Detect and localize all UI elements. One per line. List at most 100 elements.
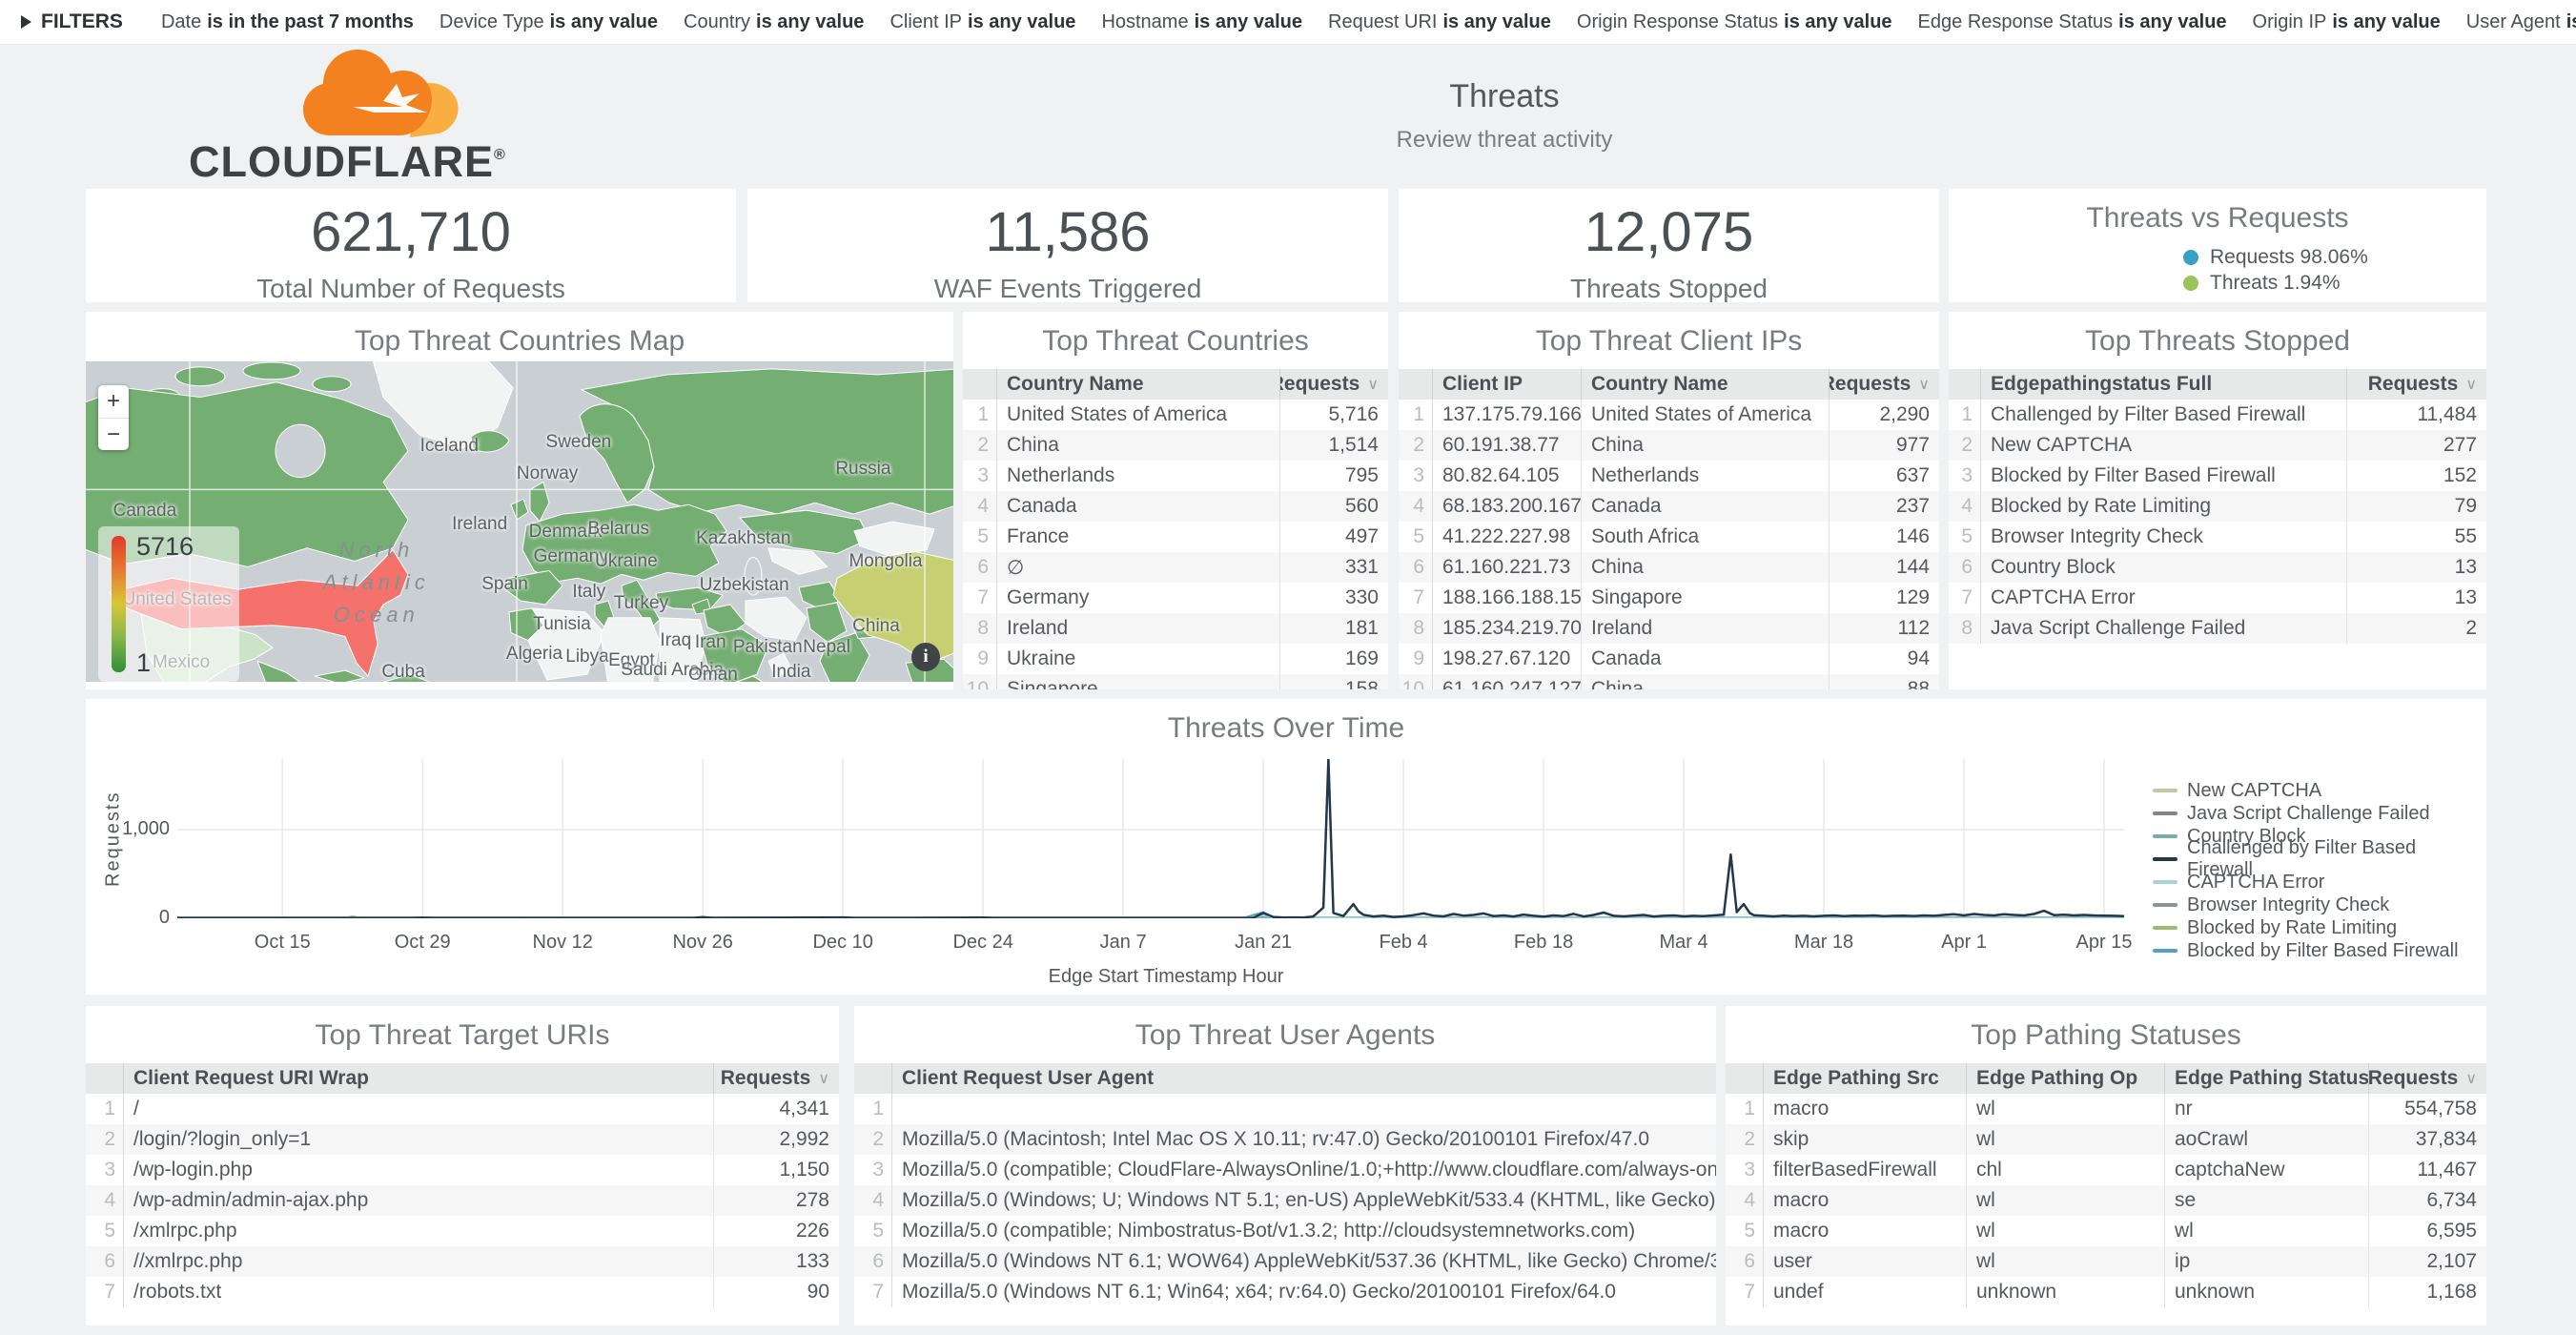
column-header[interactable]: Country Name bbox=[997, 369, 1279, 400]
row-number: 9 bbox=[963, 644, 997, 674]
requests-cell: 497 bbox=[1279, 522, 1388, 552]
map-zoom-in-button[interactable]: + bbox=[98, 385, 129, 418]
requests-cell: 4,341 bbox=[713, 1094, 839, 1124]
requests-cell: 2,992 bbox=[713, 1124, 839, 1155]
map-country-label: Turkey bbox=[614, 593, 668, 614]
requests-cell: 11,467 bbox=[2368, 1155, 2486, 1185]
row-number: 5 bbox=[1726, 1216, 1764, 1246]
filter-item[interactable]: Origin IPis any value bbox=[2253, 11, 2441, 32]
pathing-src-cell: skip bbox=[1764, 1124, 1966, 1155]
table-row: 3 Mozilla/5.0 (compatible; CloudFlare-Al… bbox=[854, 1155, 1716, 1185]
chart-legend-item[interactable]: Blocked by Filter Based Firewall bbox=[2153, 939, 2486, 962]
column-header[interactable]: Edge Pathing Op bbox=[1966, 1063, 2164, 1094]
table-row: 2 China 1,514 bbox=[963, 430, 1388, 461]
row-number: 7 bbox=[963, 583, 997, 613]
column-header[interactable]: Edge Pathing Src bbox=[1764, 1063, 1966, 1094]
row-number: 1 bbox=[1726, 1094, 1764, 1124]
table-row: 1 bbox=[854, 1094, 1716, 1124]
stat-label: Total Number of Requests bbox=[86, 274, 736, 302]
table-row: 1 / 4,341 bbox=[86, 1094, 839, 1124]
chart-legend-item[interactable]: Java Script Challenge Failed bbox=[2153, 802, 2486, 825]
column-header[interactable]: Country Name bbox=[1581, 369, 1829, 400]
map-country-label: Iceland bbox=[420, 436, 479, 457]
table-header: Client Request User Agent bbox=[854, 1063, 1716, 1094]
requests-cell: 144 bbox=[1829, 552, 1939, 583]
x-tick: Nov 26 bbox=[672, 932, 732, 954]
table-row: 7 /robots.txt 90 bbox=[86, 1277, 839, 1307]
client-ip-cell: 198.27.67.120 bbox=[1433, 644, 1581, 674]
country-name-cell: Singapore bbox=[997, 674, 1279, 689]
row-number: 2 bbox=[854, 1124, 892, 1155]
requests-cell: 330 bbox=[1279, 583, 1388, 613]
filter-item[interactable]: User Agentis any value bbox=[2466, 11, 2576, 32]
table-header: Edgepathingstatus Full Requests∨ bbox=[1949, 369, 2486, 400]
x-tick: Mar 18 bbox=[1794, 932, 1853, 954]
chart-plot-area[interactable] bbox=[177, 759, 2124, 918]
pathing-src-cell: user bbox=[1764, 1246, 1966, 1277]
map-country-label: Cuba bbox=[381, 662, 424, 683]
column-header[interactable]: Client Request URI Wrap bbox=[124, 1063, 713, 1094]
client-ip-cell: 60.191.38.77 bbox=[1433, 430, 1581, 461]
filter-item[interactable]: Client IPis any value bbox=[889, 11, 1075, 32]
user-agent-cell: Mozilla/5.0 (compatible; CloudFlare-Alwa… bbox=[892, 1155, 1716, 1185]
legend-line-icon bbox=[2153, 834, 2177, 838]
chart-legend-item[interactable]: Blocked by Rate Limiting bbox=[2153, 916, 2486, 939]
filter-item[interactable]: Countryis any value bbox=[684, 11, 864, 32]
table-row: 4 68.183.200.167 Canada 237 bbox=[1399, 491, 1939, 522]
column-header-sort[interactable]: Requests∨ bbox=[2346, 369, 2486, 400]
requests-cell: 79 bbox=[2346, 491, 2486, 522]
page-subtitle: Review threat activity bbox=[1397, 127, 1613, 154]
row-number: 6 bbox=[1726, 1246, 1764, 1277]
table-row: 9 Ukraine 169 bbox=[963, 644, 1388, 674]
pathing-op-cell: chl bbox=[1966, 1155, 2164, 1185]
uri-cell: /login/?login_only=1 bbox=[124, 1124, 713, 1155]
client-ip-cell: 188.166.188.152 bbox=[1433, 583, 1581, 613]
world-map[interactable]: CanadaUnited StatesMexicoCubaIcelandIrel… bbox=[86, 361, 953, 682]
requests-cell: 13 bbox=[2346, 583, 2486, 613]
x-axis-title: Edge Start Timestamp Hour bbox=[1049, 966, 1284, 988]
filter-item[interactable]: Origin Response Statusis any value bbox=[1577, 11, 1892, 32]
table-row: 6 Mozilla/5.0 (Windows NT 6.1; WOW64) Ap… bbox=[854, 1246, 1716, 1277]
filter-item[interactable]: Dateis in the past 7 months bbox=[161, 11, 414, 32]
filter-item[interactable]: Device Typeis any value bbox=[440, 11, 658, 32]
column-header[interactable]: Edgepathingstatus Full bbox=[1981, 369, 2346, 400]
stat-label: WAF Events Triggered bbox=[747, 274, 1388, 302]
pathing-status-cell: Challenged by Filter Based Firewall bbox=[1981, 400, 2346, 430]
column-header[interactable]: Client Request User Agent bbox=[892, 1063, 1716, 1094]
threats-vs-requests-card: Threats vs Requests Requests 98.06% Thre… bbox=[1949, 189, 2486, 302]
chart-legend-item[interactable]: Browser Integrity Check bbox=[2153, 893, 2486, 916]
filter-item[interactable]: Request URIis any value bbox=[1328, 11, 1551, 32]
map-country-label: Norway bbox=[517, 463, 578, 484]
row-number: 6 bbox=[1949, 552, 1981, 583]
filter-item[interactable]: Hostnameis any value bbox=[1101, 11, 1302, 32]
column-header[interactable]: Client IP bbox=[1433, 369, 1581, 400]
top-threat-user-agents-card: Top Threat User Agents Client Request Us… bbox=[854, 1006, 1716, 1325]
column-header[interactable]: Edge Pathing Status bbox=[2164, 1063, 2368, 1094]
column-header-sort[interactable]: Requests∨ bbox=[2368, 1063, 2486, 1094]
map-info-icon[interactable]: i bbox=[911, 643, 940, 671]
user-agent-cell: Mozilla/5.0 (compatible; Nimbostratus-Bo… bbox=[892, 1216, 1716, 1246]
map-zoom-out-button[interactable]: − bbox=[98, 418, 129, 450]
filter-item[interactable]: Edge Response Statusis any value bbox=[1918, 11, 2227, 32]
filters-toggle[interactable]: FILTERS bbox=[21, 10, 123, 33]
user-agent-cell bbox=[892, 1094, 1716, 1124]
table-title: Top Threats Stopped bbox=[1949, 325, 2486, 358]
uri-cell: /wp-admin/admin-ajax.php bbox=[124, 1185, 713, 1216]
requests-cell: 158 bbox=[1279, 674, 1388, 689]
column-header-sort[interactable]: Requests∨ bbox=[1279, 369, 1388, 400]
client-ip-cell: 80.82.64.105 bbox=[1433, 461, 1581, 491]
requests-cell: 1,168 bbox=[2368, 1277, 2486, 1307]
legend-item: Threats 1.94% bbox=[2183, 270, 2368, 296]
pathing-src-cell: filterBasedFirewall bbox=[1764, 1155, 1966, 1185]
user-agent-cell: Mozilla/5.0 (Macintosh; Intel Mac OS X 1… bbox=[892, 1124, 1716, 1155]
column-header-sort[interactable]: Requests∨ bbox=[713, 1063, 839, 1094]
chart-legend-item[interactable]: Challenged by Filter Based Firewall bbox=[2153, 848, 2486, 871]
table-row: 6 //xmlrpc.php 133 bbox=[86, 1246, 839, 1277]
chart-legend-item[interactable]: New CAPTCHA bbox=[2153, 779, 2486, 802]
sort-desc-icon: ∨ bbox=[2465, 375, 2477, 394]
uri-cell: / bbox=[124, 1094, 713, 1124]
column-header-sort[interactable]: Requests∨ bbox=[1829, 369, 1939, 400]
requests-cell: 977 bbox=[1829, 430, 1939, 461]
row-number: 8 bbox=[1399, 613, 1433, 644]
row-number: 1 bbox=[86, 1094, 124, 1124]
